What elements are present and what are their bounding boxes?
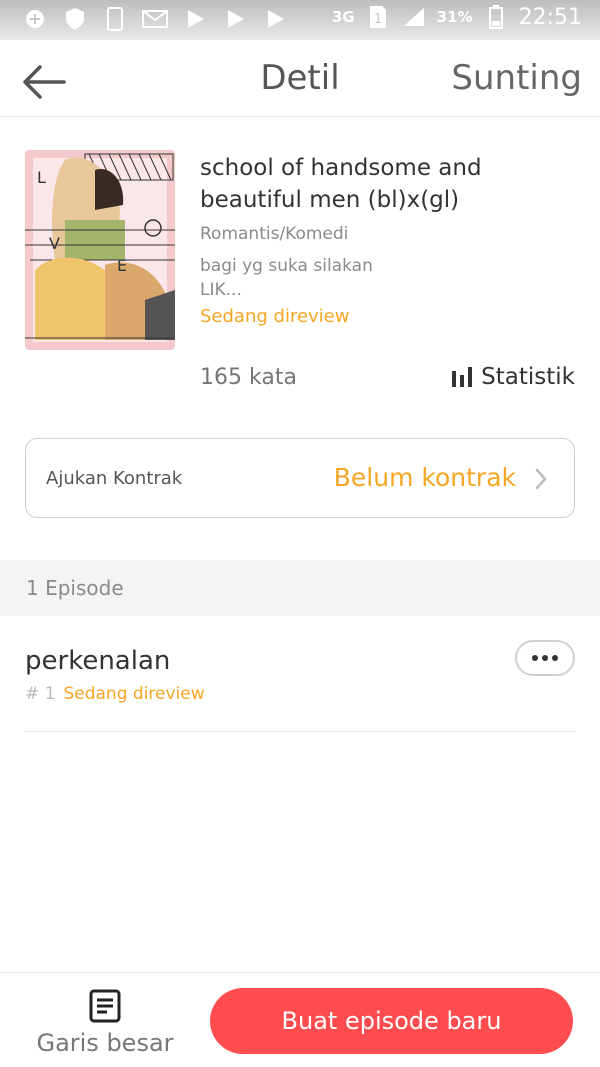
cover-letter: E bbox=[117, 256, 128, 275]
more-options-button[interactable] bbox=[515, 640, 575, 676]
statistics-label: Statistik bbox=[481, 364, 575, 390]
statistics-button[interactable]: Statistik bbox=[451, 364, 575, 390]
network-type: 3G bbox=[331, 8, 355, 26]
cover-letter: V bbox=[49, 234, 60, 253]
episode-count: 1 Episode bbox=[26, 576, 124, 600]
shield-icon bbox=[62, 6, 88, 32]
contract-label: Ajukan Kontrak bbox=[46, 468, 183, 489]
play-icon bbox=[222, 6, 248, 32]
episode-section-header: 1 Episode bbox=[0, 560, 600, 616]
edit-button[interactable]: Sunting bbox=[451, 58, 582, 98]
book-cover[interactable]: L O V E bbox=[25, 150, 175, 350]
divider bbox=[25, 731, 575, 732]
battery-icon bbox=[483, 4, 509, 30]
clock: 22:51 bbox=[518, 4, 582, 30]
outline-button[interactable]: Garis besar bbox=[30, 989, 180, 1059]
review-status: Sedang direview bbox=[200, 306, 350, 327]
more-dot-icon bbox=[542, 655, 548, 661]
book-genre: Romantis/Komedi bbox=[200, 224, 349, 244]
bar-chart-icon bbox=[452, 367, 473, 387]
signal-icon bbox=[401, 4, 427, 30]
new-episode-button[interactable]: Buat episode baru bbox=[210, 988, 573, 1054]
battery-percent: 31% bbox=[436, 8, 473, 26]
sim-icon: 1 bbox=[365, 4, 391, 30]
bottom-action-bar: Garis besar Buat episode baru bbox=[0, 972, 600, 1067]
svg-text:1: 1 bbox=[374, 12, 382, 27]
book-title: school of handsome and beautiful men (bl… bbox=[200, 155, 482, 213]
mail-icon bbox=[142, 6, 168, 32]
top-app-bar: Detil Sunting bbox=[0, 40, 600, 117]
status-bar: 3G 1 31% 22:51 bbox=[0, 0, 600, 40]
cover-letter: L bbox=[37, 168, 46, 187]
system-icons: 3G 1 31% 22:51 bbox=[332, 4, 582, 30]
add-circle-icon bbox=[22, 6, 48, 32]
contract-card[interactable]: Ajukan Kontrak Belum kontrak bbox=[25, 438, 575, 518]
notepad-icon bbox=[89, 989, 121, 1023]
contract-status: Belum kontrak bbox=[333, 463, 516, 492]
chevron-right-icon bbox=[534, 467, 548, 491]
more-dot-icon bbox=[552, 655, 558, 661]
episode-title[interactable]: perkenalan bbox=[25, 646, 170, 676]
episode-number: # 1 bbox=[25, 684, 56, 704]
play-icon bbox=[262, 6, 288, 32]
notification-icons bbox=[22, 6, 288, 32]
play-icon bbox=[182, 6, 208, 32]
outline-label: Garis besar bbox=[36, 1029, 174, 1057]
more-dot-icon bbox=[532, 655, 538, 661]
episode-meta: # 1 Sedang direview bbox=[25, 684, 205, 704]
episode-status: Sedang direview bbox=[63, 684, 205, 704]
word-count: 165 kata bbox=[200, 365, 297, 390]
phone-app-icon bbox=[102, 6, 128, 32]
book-synopsis: bagi yg suka silakan LIK... bbox=[200, 256, 373, 300]
